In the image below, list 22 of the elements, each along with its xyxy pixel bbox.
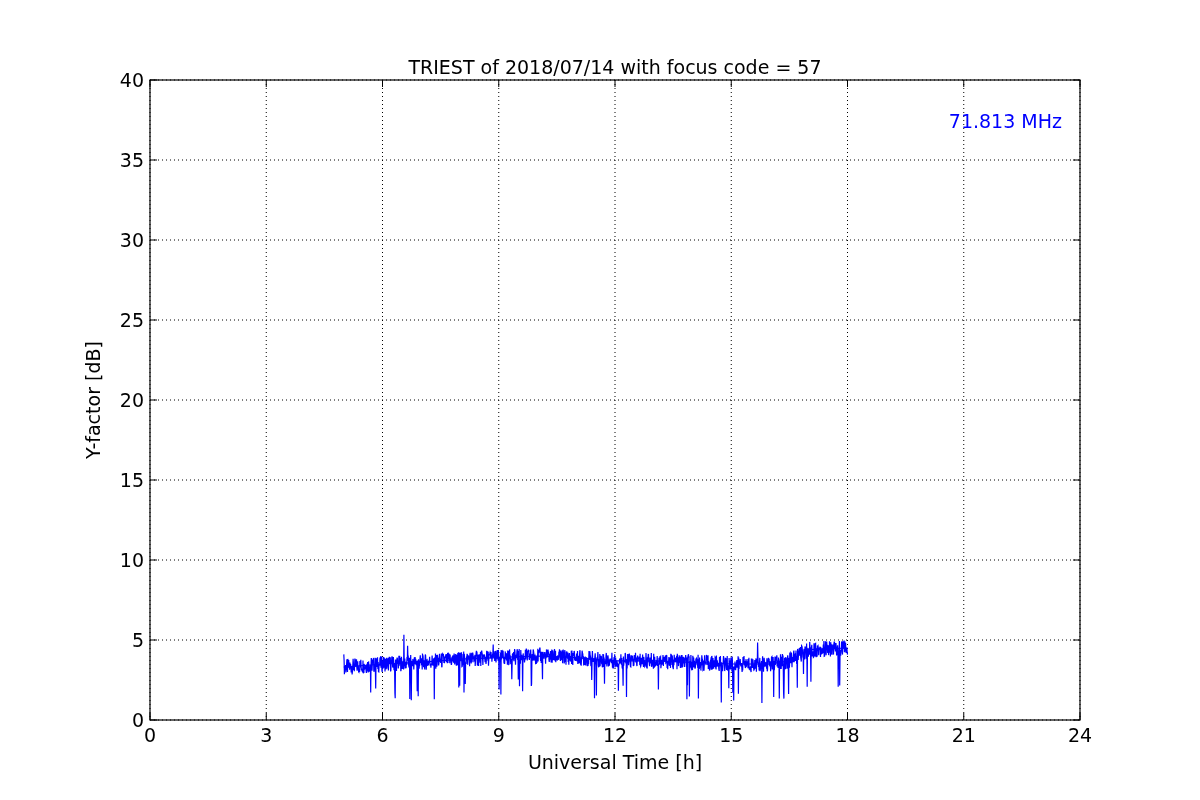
y-tick-label: 0 xyxy=(131,709,144,731)
x-tick-label: 9 xyxy=(492,724,505,746)
series-label: 71.813 MHz xyxy=(948,110,1062,132)
y-tick-label: 25 xyxy=(119,309,144,331)
x-tick-label: 24 xyxy=(1067,724,1093,746)
x-tick-label: 6 xyxy=(376,724,389,746)
y-tick-label: 40 xyxy=(119,69,144,91)
y-axis-label: Y-factor [dB] xyxy=(82,341,104,459)
y-tick-label: 30 xyxy=(119,229,144,251)
y-tick-label: 15 xyxy=(119,469,144,491)
y-tick-label: 5 xyxy=(131,629,144,651)
x-tick-label: 15 xyxy=(719,724,744,746)
x-tick-label: 21 xyxy=(951,724,976,746)
x-tick-label: 0 xyxy=(143,724,157,746)
x-tick-label: 18 xyxy=(835,724,860,746)
y-tick-label: 20 xyxy=(119,389,144,411)
x-tick-label: 12 xyxy=(602,724,628,746)
y-tick-label: 35 xyxy=(119,149,144,171)
x-axis-label: Universal Time [h] xyxy=(527,751,703,773)
y-tick-label: 10 xyxy=(119,549,144,571)
chart-title: TRIEST of 2018/07/14 with focus code = 57 xyxy=(408,56,822,78)
x-tick-label: 3 xyxy=(260,724,273,746)
